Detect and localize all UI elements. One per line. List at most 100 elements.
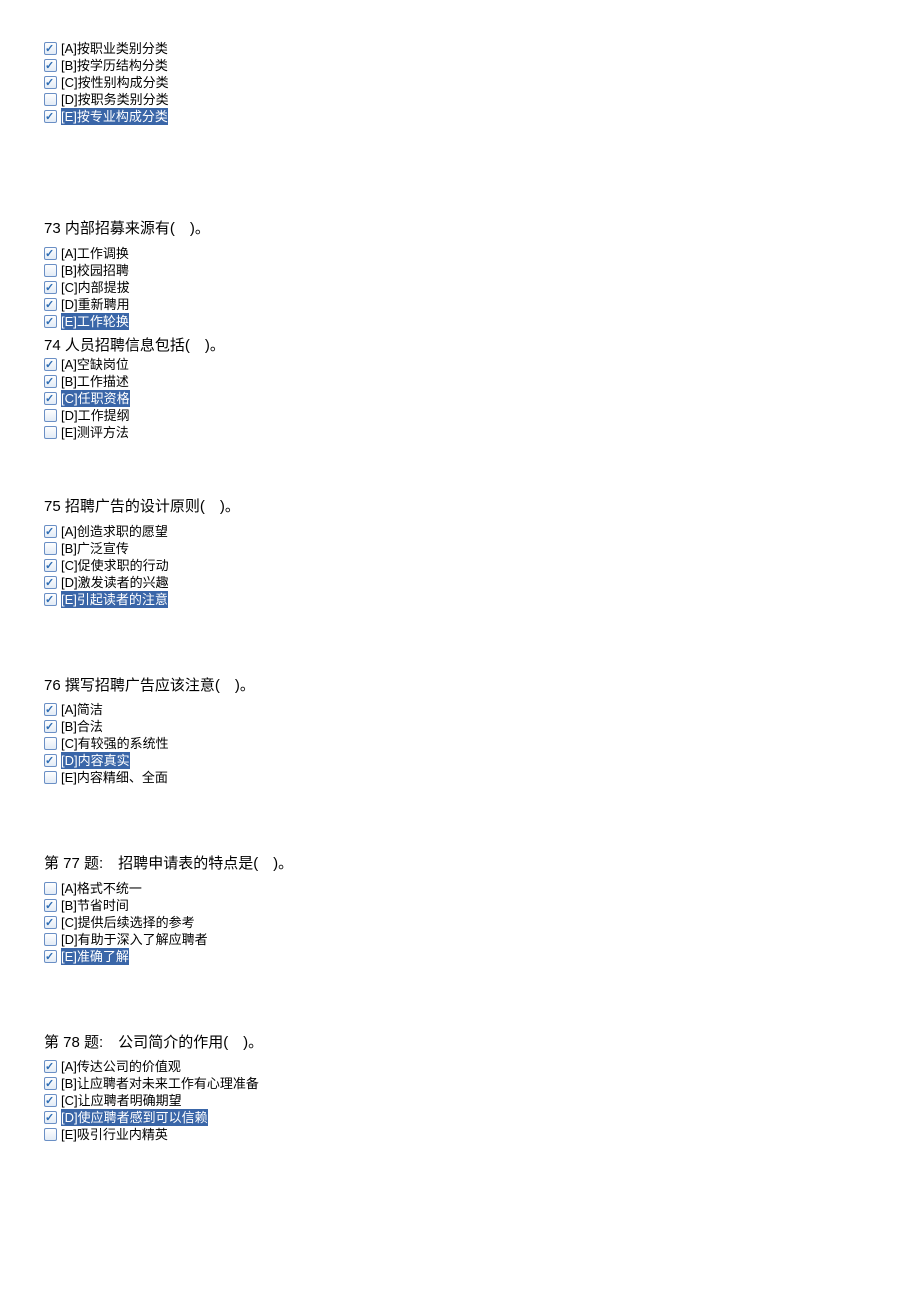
checkbox-checked-icon[interactable] <box>44 950 57 963</box>
option-row[interactable]: [A]按职业类别分类 <box>44 40 880 57</box>
option-label: [D]内容真实 <box>61 752 130 769</box>
option-row[interactable]: [D]工作提纲 <box>44 407 880 424</box>
checkbox-unchecked-icon[interactable] <box>44 933 57 946</box>
option-label: [A]按职业类别分类 <box>61 40 168 57</box>
checkbox-checked-icon[interactable] <box>44 247 57 260</box>
option-row[interactable]: [E]测评方法 <box>44 424 880 441</box>
option-row[interactable]: [D]按职务类别分类 <box>44 91 880 108</box>
option-label: [A]创造求职的愿望 <box>61 523 168 540</box>
option-row[interactable]: [A]简洁 <box>44 701 880 718</box>
checkbox-checked-icon[interactable] <box>44 42 57 55</box>
question-text: 第 77 题: 招聘申请表的特点是( )。 <box>44 854 880 874</box>
question-text: 76 撰写招聘广告应该注意( )。 <box>44 676 880 696</box>
option-row[interactable]: [E]按专业构成分类 <box>44 108 880 125</box>
checkbox-checked-icon[interactable] <box>44 59 57 72</box>
option-label: [E]吸引行业内精英 <box>61 1126 168 1143</box>
option-row[interactable]: [E]引起读者的注意 <box>44 591 880 608</box>
checkbox-checked-icon[interactable] <box>44 525 57 538</box>
option-row[interactable]: [D]使应聘者感到可以信赖 <box>44 1109 880 1126</box>
checkbox-checked-icon[interactable] <box>44 375 57 388</box>
option-row[interactable]: [D]内容真实 <box>44 752 880 769</box>
option-label: [C]内部提拔 <box>61 279 130 296</box>
checkbox-checked-icon[interactable] <box>44 358 57 371</box>
option-row[interactable]: [A]创造求职的愿望 <box>44 523 880 540</box>
question-block: 75 招聘广告的设计原则( )。 [A]创造求职的愿望[B]广泛宣传[C]促使求职… <box>44 497 880 608</box>
checkbox-unchecked-icon[interactable] <box>44 1128 57 1141</box>
option-label: [B]广泛宣传 <box>61 540 129 557</box>
option-row[interactable]: [B]节省时间 <box>44 897 880 914</box>
option-row[interactable]: [D]重新聘用 <box>44 296 880 313</box>
option-row[interactable]: [A]传达公司的价值观 <box>44 1058 880 1075</box>
checkbox-unchecked-icon[interactable] <box>44 542 57 555</box>
option-row[interactable]: [D]有助于深入了解应聘者 <box>44 931 880 948</box>
checkbox-checked-icon[interactable] <box>44 392 57 405</box>
checkbox-checked-icon[interactable] <box>44 1094 57 1107</box>
checkbox-checked-icon[interactable] <box>44 110 57 123</box>
option-row[interactable]: [B]合法 <box>44 718 880 735</box>
checkbox-checked-icon[interactable] <box>44 1077 57 1090</box>
option-row[interactable]: [E]工作轮换 <box>44 313 880 330</box>
question-block: 第 77 题: 招聘申请表的特点是( )。 [A]格式不统一[B]节省时间[C]提… <box>44 854 880 965</box>
option-label: [C]按性别构成分类 <box>61 74 169 91</box>
option-label: [A]格式不统一 <box>61 880 142 897</box>
question-text: 73 内部招募来源有( )。 <box>44 219 880 239</box>
checkbox-checked-icon[interactable] <box>44 593 57 606</box>
question-block: 74 人员招聘信息包括( )。[A]空缺岗位[B]工作描述[C]任职资格[D]工… <box>44 336 880 442</box>
option-row[interactable]: [C]内部提拔 <box>44 279 880 296</box>
option-label: [A]空缺岗位 <box>61 356 129 373</box>
checkbox-unchecked-icon[interactable] <box>44 93 57 106</box>
option-row[interactable]: [C]提供后续选择的参考 <box>44 914 880 931</box>
option-row[interactable]: [B]校园招聘 <box>44 262 880 279</box>
question-block: 第 78 题: 公司简介的作用( )。 [A]传达公司的价值观[B]让应聘者对未来… <box>44 1033 880 1144</box>
option-row[interactable]: [B]广泛宣传 <box>44 540 880 557</box>
checkbox-unchecked-icon[interactable] <box>44 409 57 422</box>
checkbox-unchecked-icon[interactable] <box>44 737 57 750</box>
option-label: [C]让应聘者明确期望 <box>61 1092 182 1109</box>
option-row[interactable]: [A]空缺岗位 <box>44 356 880 373</box>
option-label: [B]让应聘者对未来工作有心理准备 <box>61 1075 259 1092</box>
checkbox-checked-icon[interactable] <box>44 1060 57 1073</box>
checkbox-unchecked-icon[interactable] <box>44 426 57 439</box>
option-row[interactable]: [B]按学历结构分类 <box>44 57 880 74</box>
checkbox-checked-icon[interactable] <box>44 703 57 716</box>
checkbox-unchecked-icon[interactable] <box>44 264 57 277</box>
exam-content: [A]按职业类别分类[B]按学历结构分类[C]按性别构成分类[D]按职务类别分类… <box>44 40 880 1143</box>
option-row[interactable]: [C]按性别构成分类 <box>44 74 880 91</box>
option-row[interactable]: [E]内容精细、全面 <box>44 769 880 786</box>
checkbox-checked-icon[interactable] <box>44 559 57 572</box>
option-label: [B]节省时间 <box>61 897 129 914</box>
checkbox-checked-icon[interactable] <box>44 76 57 89</box>
option-row[interactable]: [A]格式不统一 <box>44 880 880 897</box>
option-row[interactable]: [A]工作调换 <box>44 245 880 262</box>
checkbox-unchecked-icon[interactable] <box>44 882 57 895</box>
option-row[interactable]: [D]激发读者的兴趣 <box>44 574 880 591</box>
option-label: [A]工作调换 <box>61 245 129 262</box>
option-label: [E]测评方法 <box>61 424 129 441</box>
question-text: 第 78 题: 公司简介的作用( )。 <box>44 1033 880 1053</box>
option-row[interactable]: [C]有较强的系统性 <box>44 735 880 752</box>
option-label: [D]有助于深入了解应聘者 <box>61 931 208 948</box>
option-row[interactable]: [B]让应聘者对未来工作有心理准备 <box>44 1075 880 1092</box>
option-label: [B]按学历结构分类 <box>61 57 168 74</box>
option-label: [E]内容精细、全面 <box>61 769 168 786</box>
question-block: [A]按职业类别分类[B]按学历结构分类[C]按性别构成分类[D]按职务类别分类… <box>44 40 880 125</box>
checkbox-checked-icon[interactable] <box>44 720 57 733</box>
option-label: [E]准确了解 <box>61 948 129 965</box>
option-row[interactable]: [C]让应聘者明确期望 <box>44 1092 880 1109</box>
checkbox-checked-icon[interactable] <box>44 576 57 589</box>
checkbox-checked-icon[interactable] <box>44 754 57 767</box>
checkbox-checked-icon[interactable] <box>44 281 57 294</box>
checkbox-checked-icon[interactable] <box>44 1111 57 1124</box>
checkbox-checked-icon[interactable] <box>44 916 57 929</box>
checkbox-checked-icon[interactable] <box>44 298 57 311</box>
checkbox-checked-icon[interactable] <box>44 899 57 912</box>
checkbox-unchecked-icon[interactable] <box>44 771 57 784</box>
checkbox-checked-icon[interactable] <box>44 315 57 328</box>
question-text: 74 人员招聘信息包括( )。 <box>44 336 880 356</box>
option-row[interactable]: [E]准确了解 <box>44 948 880 965</box>
question-text: 75 招聘广告的设计原则( )。 <box>44 497 880 517</box>
option-row[interactable]: [C]促使求职的行动 <box>44 557 880 574</box>
option-row[interactable]: [E]吸引行业内精英 <box>44 1126 880 1143</box>
option-row[interactable]: [B]工作描述 <box>44 373 880 390</box>
option-row[interactable]: [C]任职资格 <box>44 390 880 407</box>
